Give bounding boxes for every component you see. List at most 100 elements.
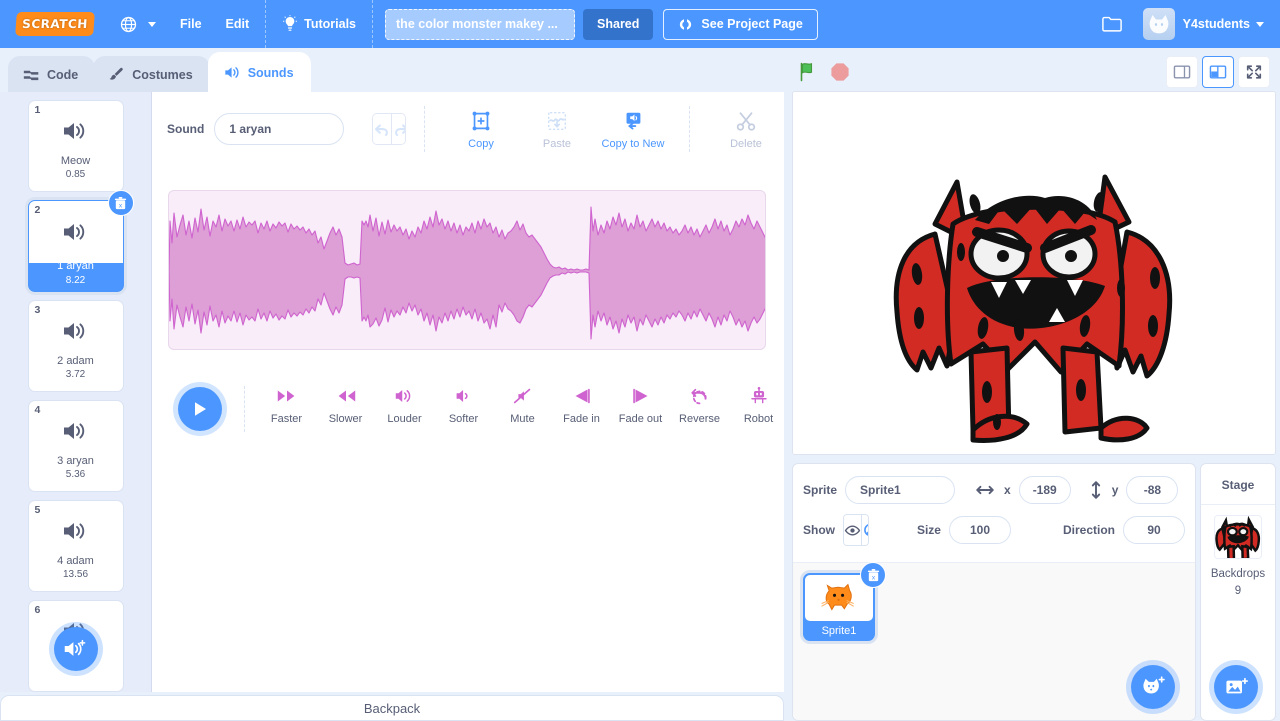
play-button[interactable] (178, 387, 222, 431)
delete-button[interactable]: Delete (718, 109, 774, 150)
effect-mute-button[interactable]: Mute (493, 386, 552, 432)
direction-input[interactable] (1123, 516, 1185, 544)
small-stage-button[interactable] (1166, 56, 1198, 88)
delete-sprite-button[interactable]: x (860, 562, 886, 588)
effect-reverse-label: Reverse (679, 413, 720, 425)
backdrop-monster (793, 92, 1275, 454)
cat-avatar-icon (1149, 15, 1168, 34)
tab-costumes-label: Costumes (132, 67, 193, 82)
sound-name: 4 adam (57, 555, 94, 567)
sound-name-input[interactable] (214, 113, 345, 145)
direction-label: Direction (1062, 523, 1115, 537)
effect-faster-label: Faster (270, 413, 303, 425)
speaker-icon (225, 67, 239, 78)
effect-fade-in-button[interactable]: Fade in (552, 386, 611, 432)
paintbrush-icon (109, 67, 124, 80)
effects-divider (244, 386, 245, 432)
effect-reverse-button[interactable]: Reverse (670, 386, 729, 432)
language-menu[interactable] (108, 0, 168, 48)
undo-redo-group (372, 113, 406, 145)
menu-divider-1 (265, 0, 267, 48)
paste-button[interactable]: Paste (529, 109, 585, 150)
sound-thumb (28, 201, 123, 263)
stage-canvas[interactable] (792, 91, 1276, 455)
see-project-page-button[interactable]: See Project Page (663, 8, 818, 40)
tab-sounds[interactable]: Sounds (207, 52, 311, 92)
sound-editor-toolbar: Sound 1 aryan Copy Paste Copy to New Del… (152, 92, 784, 166)
file-menu[interactable]: File (168, 0, 214, 48)
stage-pane-title: Stage (1221, 478, 1255, 492)
effect-softer-button[interactable]: Softer (434, 386, 493, 432)
x-position-input[interactable] (1018, 476, 1071, 504)
paste-label: Paste (542, 137, 572, 150)
project-title-input[interactable]: the color monster makey ... (385, 8, 576, 40)
scratch-logo[interactable]: SCRATCH (15, 12, 95, 36)
sound-index: 3 (34, 304, 41, 316)
size-input[interactable] (948, 516, 1011, 544)
effect-louder-button[interactable]: Louder (375, 386, 434, 432)
copy-to-new-icon (626, 112, 641, 129)
y-label: y (1111, 483, 1119, 497)
sound-index: 6 (34, 604, 41, 616)
effect-fade-out-button[interactable]: Fade out (611, 386, 670, 432)
chevron-down-icon-account (1256, 21, 1264, 27)
edit-menu[interactable]: Edit (214, 0, 262, 48)
sound-list-item[interactable]: 5 4 adam 13.56 (27, 500, 124, 592)
sound-list-item[interactable]: 4 3 aryan 5.36 (27, 400, 124, 492)
eye-crossed-icon (864, 524, 868, 536)
arrows-horizontal-icon (976, 485, 994, 495)
speaker-icon (63, 224, 84, 240)
avatar[interactable] (1142, 8, 1175, 40)
speaker-icon (61, 519, 91, 548)
folder-icon[interactable] (1101, 14, 1123, 34)
effect-fade-out-label: Fade out (618, 413, 663, 425)
fullscreen-icon (1246, 65, 1262, 79)
green-flag-button[interactable] (792, 56, 824, 88)
show-sprite-button[interactable] (844, 515, 861, 545)
add-sprite-button[interactable] (1131, 665, 1175, 709)
large-stage-button[interactable] (1202, 56, 1234, 88)
arrows-vertical-icon (1091, 481, 1100, 499)
fullscreen-button[interactable] (1238, 56, 1270, 88)
sound-list-item[interactable]: 3 2 adam 3.72 (27, 300, 124, 392)
speaker-icon (61, 119, 91, 148)
waveform-display[interactable] (168, 190, 766, 350)
backdrop-thumbnail[interactable] (1214, 515, 1262, 559)
scissors-icon (736, 111, 756, 131)
add-sound-button[interactable] (54, 627, 98, 671)
sprite-name-input[interactable] (845, 476, 956, 504)
undo-button[interactable] (373, 114, 392, 144)
tab-costumes[interactable]: Costumes (93, 56, 210, 92)
small-stage-icon (1173, 65, 1191, 79)
sprite-tile-selected[interactable]: Sprite1 x (803, 562, 886, 641)
copy-button[interactable]: Copy (453, 109, 509, 150)
copy-to-new-button[interactable]: Copy to New (602, 109, 665, 150)
sound-list-item-selected[interactable]: 2 1 aryan 8.22 x (27, 190, 134, 292)
hide-sprite-button[interactable] (861, 515, 868, 545)
tutorials-menu[interactable]: Tutorials (270, 0, 368, 48)
stop-sign-icon (831, 63, 849, 81)
effect-faster-button[interactable]: Faster (257, 386, 316, 432)
y-position-input[interactable] (1126, 476, 1179, 504)
backpack-bar[interactable]: Backpack (0, 695, 784, 721)
backpack-label: Backpack (363, 700, 421, 716)
sound-index: 2 (34, 204, 41, 216)
editor-body: 1 Meow 0.85 2 1 aryan 8.22 x 3 2 adam 3.… (0, 92, 784, 692)
effect-slower-button[interactable]: Slower (316, 386, 375, 432)
scratch-cat-icon (821, 583, 854, 611)
effect-robot-button[interactable]: Robot (729, 386, 788, 432)
delete-sound-button[interactable]: x (107, 190, 134, 216)
sound-list-item[interactable]: 1 Meow 0.85 (27, 100, 124, 192)
globe-icon (120, 16, 137, 32)
sound-effects-row: Faster Slower Louder Softer Mute Fade in… (168, 380, 788, 438)
sprite-tile-label: Sprite1 (821, 625, 857, 637)
account-menu[interactable]: Y4students (1183, 17, 1264, 31)
shared-button[interactable]: Shared (583, 8, 654, 40)
trash-icon: x (867, 568, 879, 581)
sound-duration: 5.36 (65, 469, 86, 480)
tab-code[interactable]: Code (8, 56, 96, 92)
stop-button[interactable] (824, 56, 856, 88)
editor-tabs: Code Costumes Sounds (8, 48, 311, 92)
redo-button[interactable] (391, 114, 406, 144)
add-backdrop-button[interactable] (1214, 665, 1258, 709)
